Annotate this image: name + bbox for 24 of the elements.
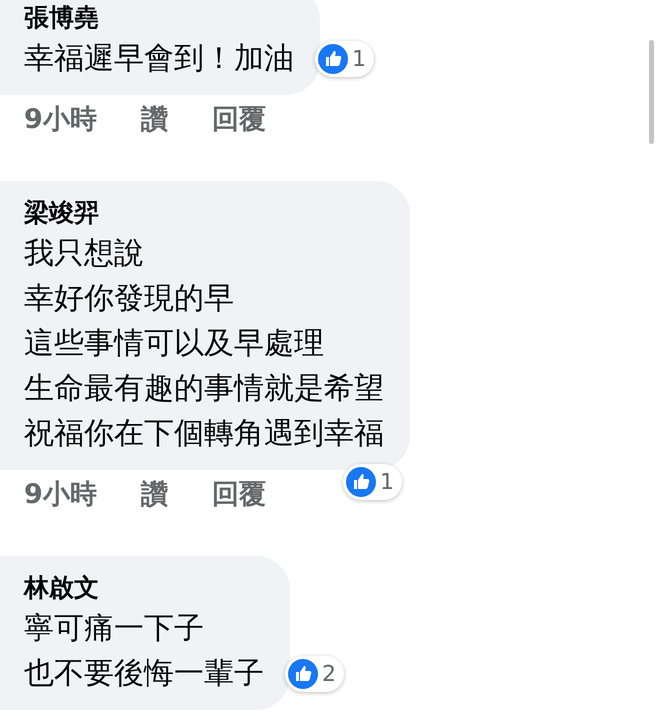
reaction-badge[interactable]: 1 — [315, 41, 374, 77]
comment-text: 祝福你在下個轉角遇到幸福 — [24, 415, 384, 453]
comment-time: 9小時 — [24, 103, 97, 137]
comment-author[interactable]: 林啟文 — [24, 570, 264, 606]
comment-time: 9小時 — [24, 478, 97, 512]
comment-action[interactable]: 讚 — [140, 476, 168, 512]
thumbs-up-icon — [318, 44, 348, 74]
comment-text: 生命最有趣的事情就是希望 — [24, 370, 384, 408]
comment-action[interactable]: 讚 — [140, 101, 168, 137]
comment-text: 這些事情可以及早處理 — [24, 325, 325, 363]
comment-author[interactable]: 張博堯 — [24, 0, 294, 36]
comment-action[interactable]: 回覆 — [212, 101, 266, 137]
scrollbar[interactable] — [649, 40, 654, 144]
comment-text: 幸好你發現的早 — [24, 280, 235, 318]
comment-author[interactable]: 梁竣羿 — [24, 195, 384, 231]
reaction-badge[interactable]: 2 — [285, 656, 344, 692]
comment-text: 寧可痛一下子 — [24, 610, 205, 648]
thumbs-up-icon — [288, 659, 318, 689]
thumbs-up-icon — [346, 467, 376, 497]
reaction-badge[interactable]: 1 — [343, 464, 402, 500]
comment-action[interactable]: 回覆 — [212, 476, 266, 512]
comment-text: 也不要後悔一輩子 — [24, 655, 264, 693]
comment-text: 我只想說 — [24, 235, 145, 273]
comment-text: 幸福遲早會到！加油 — [24, 40, 294, 78]
